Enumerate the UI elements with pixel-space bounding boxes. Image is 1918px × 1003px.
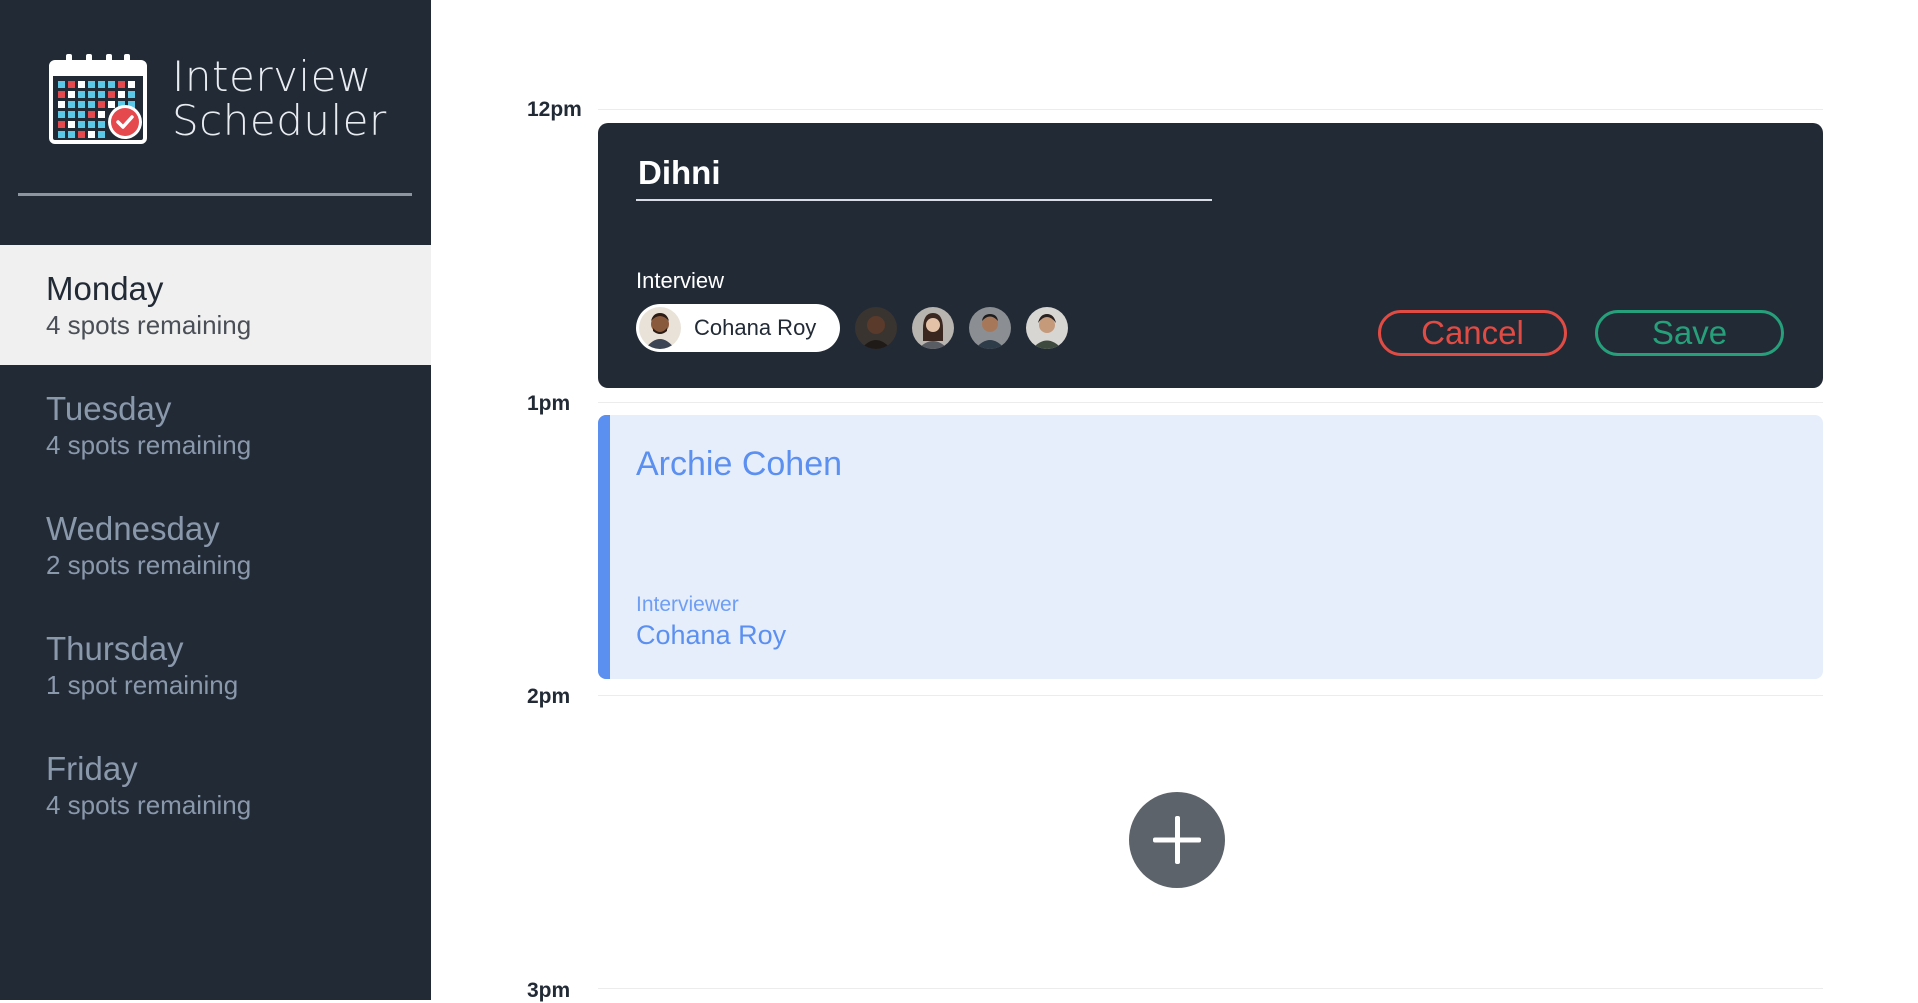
time-label-2pm: 2pm — [527, 685, 571, 708]
day-spots: 4 spots remaining — [46, 790, 252, 820]
sidebar-divider — [18, 193, 412, 196]
student-name-input[interactable] — [636, 151, 1212, 201]
interviewer-selected[interactable]: Cohana Roy — [636, 304, 841, 352]
hour-line — [598, 402, 1823, 403]
hour-line — [598, 109, 1823, 110]
interview-label: Interview — [636, 268, 725, 293]
interviewer-avatar[interactable] — [966, 304, 1014, 352]
avatar — [912, 307, 955, 349]
appointment-interviewer-label: Interviewer — [636, 593, 739, 616]
day-item-thursday[interactable]: Thursday 1 spot remaining — [0, 605, 431, 725]
avatar — [1026, 307, 1069, 349]
booked-appointment[interactable]: Archie Cohen Interviewer Cohana Roy — [598, 415, 1823, 679]
avatar — [855, 307, 898, 349]
day-name: Friday — [46, 750, 138, 787]
app-title-line1: Interview — [172, 52, 372, 101]
day-name: Monday — [46, 270, 164, 307]
hour-line — [598, 988, 1823, 989]
app-title: Interview Scheduler — [172, 55, 387, 143]
appointment-accent-bar — [598, 415, 610, 679]
day-item-wednesday[interactable]: Wednesday 2 spots remaining — [0, 485, 431, 605]
appointment-interviewer-name: Cohana Roy — [636, 620, 787, 650]
time-label-1pm: 1pm — [527, 392, 571, 415]
day-spots: 1 spot remaining — [46, 670, 239, 700]
avatar — [639, 307, 681, 349]
interviewer-avatar[interactable] — [1023, 304, 1071, 352]
interviewer-name: Cohana Roy — [694, 315, 817, 340]
interviewer-list: Cohana Roy — [636, 304, 1080, 352]
calendar-check-icon — [49, 54, 147, 144]
day-list: Monday 4 spots remaining Tuesday 4 spots… — [0, 245, 431, 845]
day-item-friday[interactable]: Friday 4 spots remaining — [0, 725, 431, 845]
day-name: Tuesday — [46, 390, 172, 427]
app-brand: Interview Scheduler — [48, 52, 387, 146]
appointment-form: Interview Cohana Roy — [598, 123, 1823, 388]
day-item-tuesday[interactable]: Tuesday 4 spots remaining — [0, 365, 431, 485]
cancel-button[interactable]: Cancel — [1378, 310, 1567, 356]
plus-icon — [1153, 816, 1201, 864]
day-spots: 4 spots remaining — [46, 430, 252, 460]
time-label-12pm: 12pm — [527, 98, 582, 121]
day-name: Thursday — [46, 630, 184, 667]
day-spots: 4 spots remaining — [46, 310, 252, 340]
sidebar: Interview Scheduler Monday 4 spots remai… — [0, 0, 431, 1000]
interviewer-avatar[interactable] — [909, 304, 957, 352]
interviewer-avatar[interactable] — [852, 304, 900, 352]
add-appointment-button[interactable] — [1129, 792, 1225, 888]
time-label-3pm: 3pm — [527, 979, 571, 1002]
day-item-monday[interactable]: Monday 4 spots remaining — [0, 245, 431, 365]
app-title-line2: Scheduler — [172, 96, 387, 145]
day-name: Wednesday — [46, 510, 220, 547]
day-spots: 2 spots remaining — [46, 550, 252, 580]
hour-line — [598, 695, 1823, 696]
avatar — [969, 307, 1012, 349]
appointment-student: Archie Cohen — [636, 445, 843, 483]
save-button[interactable]: Save — [1595, 310, 1784, 356]
